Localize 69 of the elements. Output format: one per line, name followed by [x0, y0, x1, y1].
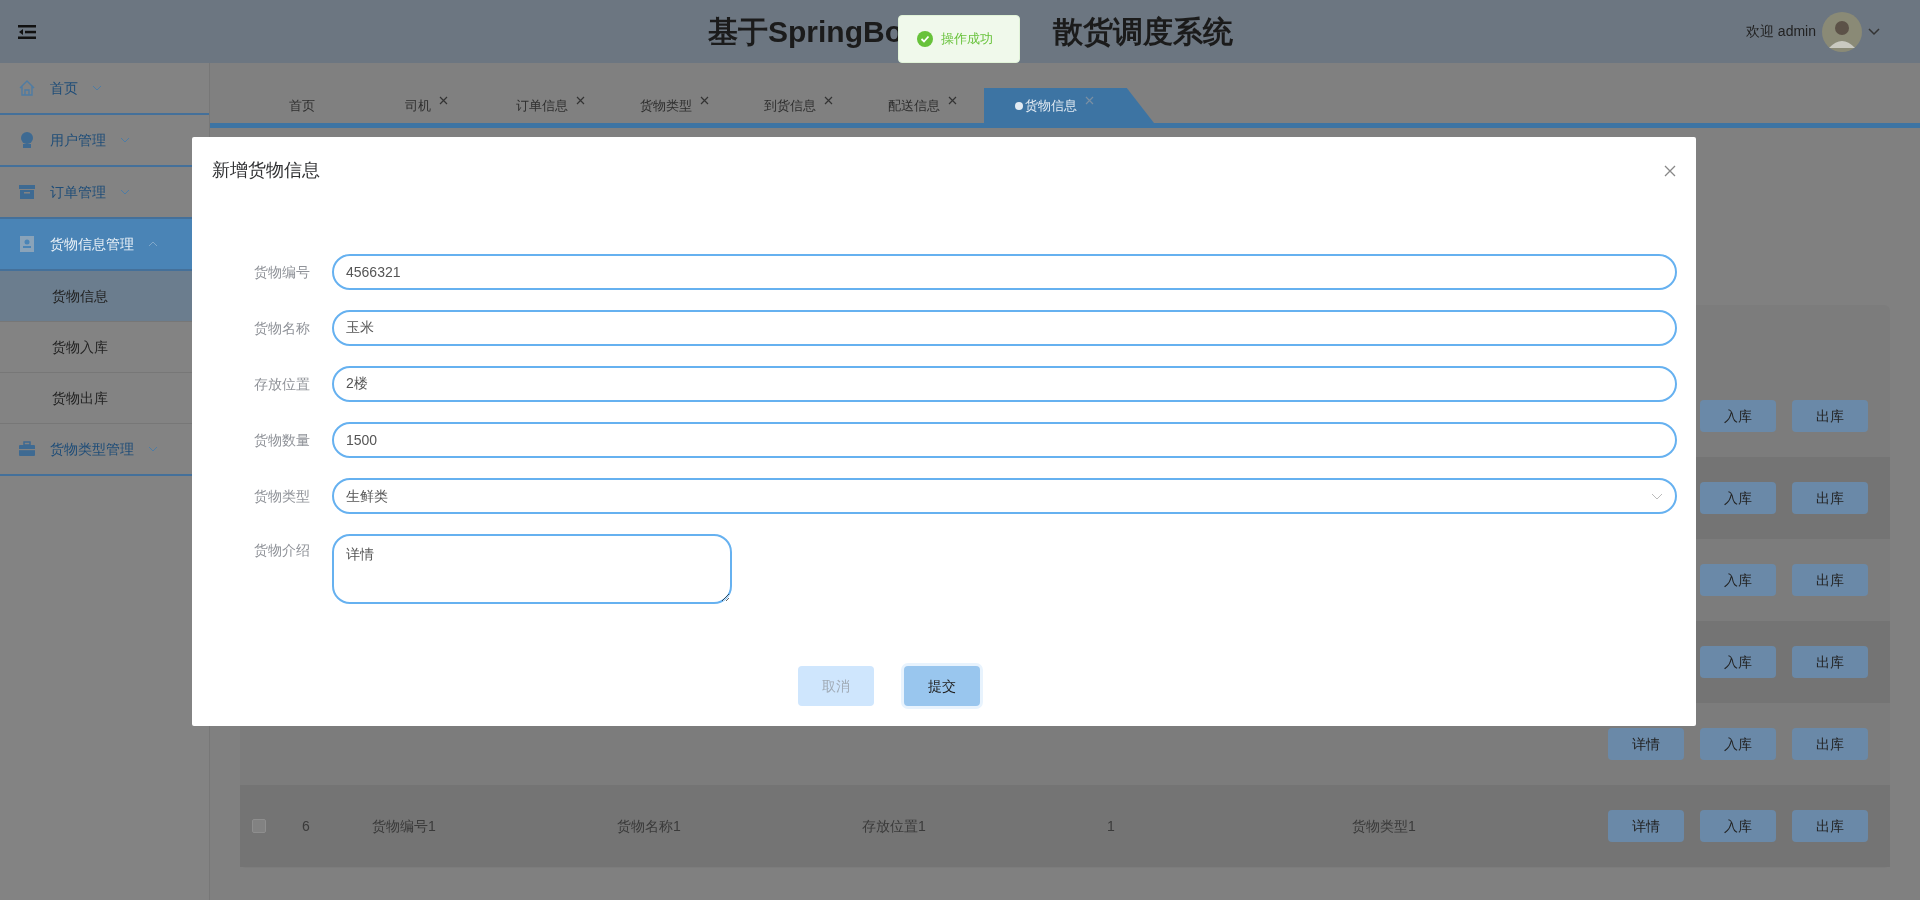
field-label: 存放位置 [253, 374, 311, 394]
row-action-button[interactable]: 出库 [1792, 810, 1868, 842]
field-label: 货物介绍 [253, 541, 311, 560]
input-field[interactable]: 4566321 [332, 254, 1677, 290]
table-cell-text: 货物编号1 [372, 816, 437, 836]
user-icon [18, 131, 36, 149]
row-action-button[interactable]: 出库 [1792, 400, 1868, 432]
table-cell-text: 存放位置1 [862, 816, 927, 836]
input-field[interactable]: 1500 [332, 422, 1677, 458]
close-icon[interactable] [438, 96, 448, 105]
close-icon[interactable] [575, 96, 585, 105]
row-action-button[interactable]: 出库 [1792, 482, 1868, 514]
row-action-button[interactable]: 入库 [1700, 482, 1776, 514]
row-action-button[interactable]: 出库 [1792, 564, 1868, 596]
row-action-button[interactable]: 详情 [1608, 810, 1684, 842]
row-action-button[interactable]: 入库 [1700, 564, 1776, 596]
menu-label: 首页 [50, 78, 78, 98]
table-cell-text: 1 [1107, 816, 1116, 836]
tab[interactable]: 配送信息 [860, 88, 984, 123]
close-icon[interactable] [1664, 164, 1676, 177]
row-action-button[interactable]: 入库 [1700, 810, 1776, 842]
tab[interactable]: 到货信息 [736, 88, 860, 123]
row-checkbox[interactable] [252, 819, 266, 833]
submit-button[interactable]: 提交 [904, 666, 980, 706]
row-action-button[interactable]: 详情 [1608, 728, 1684, 760]
close-icon[interactable] [823, 96, 833, 105]
id-card-icon [18, 235, 36, 253]
field-label: 货物编号 [253, 262, 311, 282]
table-cell-text: 6 [302, 816, 311, 836]
dialog-title: 新增货物信息 [212, 159, 320, 182]
avatar[interactable] [1822, 11, 1862, 52]
tab[interactable]: 货物类型 [612, 88, 736, 123]
select-field[interactable]: 生鲜类 [332, 478, 1677, 514]
field-label: 货物类型 [253, 486, 311, 506]
home-icon [18, 79, 36, 97]
input-field[interactable]: 玉米 [332, 310, 1677, 346]
tab[interactable]: 货物信息 [984, 88, 1154, 123]
menu-label: 货物类型管理 [50, 439, 134, 459]
sidebar-item[interactable]: 首页 [0, 63, 209, 115]
row-action-button[interactable]: 入库 [1700, 728, 1776, 760]
welcome-text: 欢迎 admin [1745, 22, 1816, 41]
row-action-button[interactable]: 出库 [1792, 646, 1868, 678]
archive-icon [18, 183, 36, 201]
check-circle-icon [917, 31, 933, 47]
input-field[interactable]: 2楼 [332, 366, 1677, 402]
page-title: 基于SpringBo [708, 14, 903, 50]
active-dot-icon [1014, 101, 1023, 110]
text-area[interactable]: 详情 [332, 534, 732, 604]
briefcase-icon [18, 440, 36, 458]
close-icon[interactable] [699, 96, 709, 105]
toast-message: 操作成功 [941, 30, 993, 49]
field-label: 货物名称 [253, 318, 311, 338]
table-cell-text: 货物类型1 [1352, 816, 1417, 836]
menu-label: 货物信息管理 [50, 234, 134, 254]
page-title: 散货调度系统 [1053, 14, 1233, 50]
table-cell-text: 货物名称1 [617, 816, 682, 836]
chevron-down-icon[interactable] [1868, 27, 1880, 36]
tab[interactable]: 首页 [240, 88, 364, 123]
row-action-button[interactable]: 入库 [1700, 646, 1776, 678]
close-icon[interactable] [947, 96, 957, 105]
row-action-button[interactable]: 出库 [1792, 728, 1868, 760]
field-label: 货物数量 [253, 430, 311, 450]
row-action-button[interactable]: 入库 [1700, 400, 1776, 432]
menu-label: 用户管理 [50, 130, 106, 150]
chevron-down-icon [1651, 492, 1663, 500]
tab[interactable]: 订单信息 [488, 88, 612, 123]
menu-icon[interactable] [18, 23, 36, 40]
tab[interactable]: 司机 [364, 88, 488, 123]
menu-label: 订单管理 [50, 182, 106, 202]
